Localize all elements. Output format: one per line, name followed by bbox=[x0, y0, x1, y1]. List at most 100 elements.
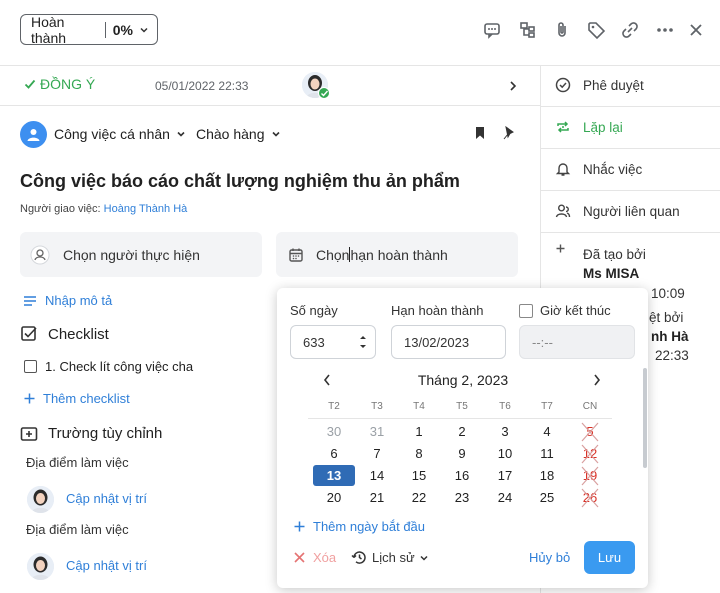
stepper-arrows-icon[interactable] bbox=[359, 333, 367, 351]
repeat-menu-item[interactable]: Lặp lại bbox=[555, 119, 623, 135]
prev-month-button[interactable] bbox=[322, 373, 332, 387]
approved-by-name: nh Hà bbox=[651, 329, 689, 344]
custom-field-label: Địa điểm làm việc bbox=[26, 522, 129, 537]
description-link[interactable]: Nhập mô tả bbox=[24, 293, 112, 308]
custom-field-label: Địa điểm làm việc bbox=[26, 455, 129, 470]
end-time-checkbox[interactable] bbox=[519, 303, 533, 318]
calendar-day[interactable]: 30 bbox=[313, 421, 355, 442]
checklist-item[interactable]: 1. Check lít công việc cha bbox=[24, 359, 193, 374]
calendar-day[interactable]: 2 bbox=[441, 421, 483, 442]
weekday-label: T6 bbox=[499, 401, 511, 412]
history-icon bbox=[351, 549, 368, 566]
calendar-day[interactable]: 6 bbox=[313, 443, 355, 464]
chevron-right-icon[interactable] bbox=[508, 80, 518, 92]
calendar-day[interactable]: 9 bbox=[441, 443, 483, 464]
cancel-button[interactable]: Hủy bỏ bbox=[529, 550, 570, 565]
deadline-input[interactable]: 13/02/2023 bbox=[391, 325, 506, 359]
days-stepper[interactable]: 633 bbox=[290, 325, 376, 359]
panel-separator bbox=[541, 106, 720, 107]
approve-menu-item[interactable]: Phê duyệt bbox=[555, 77, 644, 93]
subtask-icon[interactable] bbox=[518, 20, 538, 40]
attach-icon[interactable] bbox=[552, 20, 572, 40]
popover-scrollbar[interactable] bbox=[643, 368, 647, 468]
task-type-dropdown[interactable]: Công việc cá nhân bbox=[54, 126, 186, 142]
link-icon[interactable] bbox=[620, 20, 640, 40]
disabled-day-strike-icon bbox=[581, 422, 599, 508]
calendar-day[interactable]: 23 bbox=[441, 487, 483, 508]
calendar-day[interactable]: 11 bbox=[526, 443, 568, 464]
calendar-day[interactable]: 3 bbox=[484, 421, 526, 442]
pin-icon[interactable] bbox=[502, 126, 514, 140]
calendar-day[interactable]: 18 bbox=[526, 465, 568, 486]
approval-status: ĐỒNG Ý bbox=[24, 76, 95, 92]
calendar-day[interactable]: 8 bbox=[398, 443, 440, 464]
history-label: Lịch sử bbox=[372, 550, 415, 565]
check-icon bbox=[24, 78, 36, 90]
deadline-value: 13/02/2023 bbox=[404, 334, 470, 350]
status-dropdown[interactable]: Hoàn thành 0% bbox=[20, 13, 158, 46]
next-month-button[interactable] bbox=[592, 373, 602, 387]
list-icon bbox=[24, 295, 36, 306]
save-button[interactable]: Lưu bbox=[584, 541, 635, 574]
reminder-menu-item[interactable]: Nhắc việc bbox=[555, 161, 642, 177]
history-dropdown[interactable]: Lịch sử bbox=[351, 549, 429, 566]
created-time: 10:09 bbox=[651, 286, 685, 301]
calendar-day[interactable]: 4 bbox=[526, 421, 568, 442]
calendar-day[interactable]: 20 bbox=[313, 487, 355, 508]
tag-icon[interactable] bbox=[586, 20, 606, 40]
calendar-day[interactable]: 10 bbox=[484, 443, 526, 464]
comment-icon[interactable] bbox=[482, 20, 502, 40]
add-start-date-button[interactable]: Thêm ngày bắt đầu bbox=[294, 519, 425, 534]
calendar-day[interactable]: 14 bbox=[356, 465, 398, 486]
stage-dropdown[interactable]: Chào hàng bbox=[196, 126, 281, 142]
more-icon[interactable] bbox=[655, 20, 675, 40]
calendar-day[interactable]: 15 bbox=[398, 465, 440, 486]
calendar-day-selected[interactable]: 13 bbox=[313, 465, 355, 486]
panel-separator bbox=[541, 190, 720, 191]
assigner: Người giao việc: Hoàng Thành Hà bbox=[20, 203, 187, 215]
calendar-day[interactable]: 16 bbox=[441, 465, 483, 486]
add-start-date-label: Thêm ngày bắt đầu bbox=[313, 519, 426, 534]
calendar-day[interactable]: 24 bbox=[484, 487, 526, 508]
deadline-label: Hạn hoàn thành bbox=[391, 303, 484, 318]
description-label: Nhập mô tả bbox=[45, 293, 113, 308]
add-checklist-button[interactable]: Thêm checklist bbox=[24, 391, 130, 406]
chevron-down-icon bbox=[419, 553, 429, 563]
user-avatar bbox=[27, 553, 54, 580]
status-label: Hoàn thành bbox=[31, 13, 67, 46]
checklist-checkbox[interactable] bbox=[24, 360, 37, 373]
calendar-day[interactable]: 25 bbox=[526, 487, 568, 508]
add-checklist-label: Thêm checklist bbox=[43, 391, 130, 406]
bell-icon bbox=[555, 161, 571, 177]
bookmark-icon[interactable] bbox=[474, 126, 486, 140]
close-icon[interactable] bbox=[686, 20, 706, 40]
calendar-day[interactable]: 7 bbox=[356, 443, 398, 464]
plus-icon bbox=[294, 521, 305, 532]
calendar-day[interactable]: 22 bbox=[398, 487, 440, 508]
chevron-down-icon bbox=[176, 129, 186, 139]
assignee-field[interactable]: Chọn người thực hiện bbox=[20, 232, 262, 277]
expand-plus-icon[interactable] bbox=[556, 244, 565, 253]
days-value: 633 bbox=[303, 334, 325, 350]
chevron-left-icon bbox=[322, 373, 332, 387]
calendar-day[interactable]: 21 bbox=[356, 487, 398, 508]
end-time-value: --:-- bbox=[532, 334, 553, 350]
checklist-icon bbox=[20, 325, 38, 343]
calendar-day[interactable]: 17 bbox=[484, 465, 526, 486]
delete-button[interactable]: Xóa bbox=[294, 550, 336, 565]
custom-fields-header: Trường tùy chỉnh bbox=[20, 425, 162, 442]
due-date-field[interactable]: Chọnhạn hoàn thành bbox=[276, 232, 518, 277]
task-title[interactable]: Công việc báo cáo chất lượng nghiệm thu … bbox=[20, 171, 460, 192]
update-location-link[interactable]: Cập nhật vị trí bbox=[66, 558, 147, 573]
chevron-down-icon bbox=[139, 25, 149, 35]
end-time-toggle[interactable]: Giờ kết thúc bbox=[519, 303, 611, 318]
calendar-day[interactable]: 1 bbox=[398, 421, 440, 442]
related-people-menu-item[interactable]: Người liên quan bbox=[555, 203, 680, 219]
calendar-day[interactable]: 31 bbox=[356, 421, 398, 442]
repeat-icon bbox=[555, 119, 571, 135]
related-people-label: Người liên quan bbox=[583, 203, 680, 219]
update-location-link[interactable]: Cập nhật vị trí bbox=[66, 491, 147, 506]
custom-fields-title: Trường tùy chỉnh bbox=[48, 425, 163, 442]
assigner-link[interactable]: Hoàng Thành Hà bbox=[104, 203, 188, 215]
end-time-input: --:-- bbox=[519, 325, 635, 359]
